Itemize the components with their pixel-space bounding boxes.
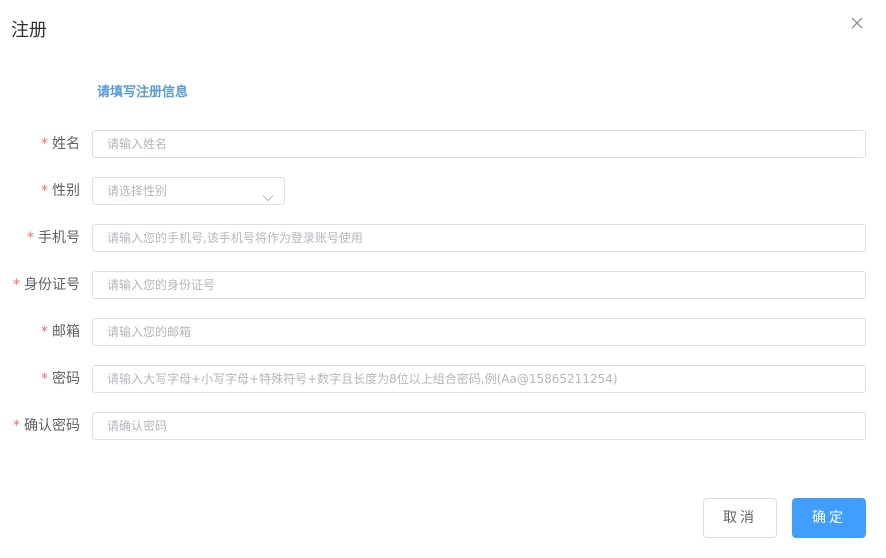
name-input[interactable] (92, 130, 866, 158)
phone-label: * 手机号 (27, 230, 80, 246)
form-row-gender: * 性别 请选择性别 (0, 177, 886, 205)
form-row-name: * 姓名 (0, 130, 886, 158)
email-label: * 邮箱 (41, 324, 80, 340)
password-input[interactable] (92, 365, 866, 393)
password-label: * 密码 (41, 371, 80, 387)
form-row-id-card: * 身份证号 (0, 271, 886, 299)
email-input[interactable] (92, 318, 866, 346)
cancel-button[interactable]: 取消 (703, 498, 777, 538)
required-mark: * (13, 418, 20, 434)
confirm-button[interactable]: 确定 (792, 498, 866, 538)
gender-label: * 性别 (41, 183, 80, 199)
id-card-label: * 身份证号 (13, 277, 80, 293)
form-subtitle: 请填写注册信息 (97, 85, 189, 100)
close-icon[interactable] (848, 14, 866, 32)
required-mark: * (41, 183, 48, 199)
required-mark: * (41, 136, 48, 152)
form-row-email: * 邮箱 (0, 318, 886, 346)
required-mark: * (41, 371, 48, 387)
gender-select-placeholder: 请选择性别 (107, 184, 168, 198)
required-mark: * (41, 324, 48, 340)
form-row-phone: * 手机号 (0, 224, 886, 252)
phone-input[interactable] (92, 224, 866, 252)
form-row-confirm-password: * 确认密码 (0, 412, 886, 440)
register-dialog: 注册 请填写注册信息 *姓名 *性别 请选择性别 *手机号 *身份证号 *邮箱 … (0, 0, 886, 558)
chevron-down-icon (262, 186, 274, 202)
required-mark: * (13, 277, 20, 293)
form-row-password: * 密码 (0, 365, 886, 393)
dialog-title: 注册 (11, 20, 47, 41)
gender-select[interactable]: 请选择性别 (92, 177, 285, 205)
confirm-password-label: * 确认密码 (13, 418, 80, 434)
name-label: * 姓名 (41, 136, 80, 152)
id-card-input[interactable] (92, 271, 866, 299)
confirm-password-input[interactable] (92, 412, 866, 440)
required-mark: * (27, 230, 34, 246)
